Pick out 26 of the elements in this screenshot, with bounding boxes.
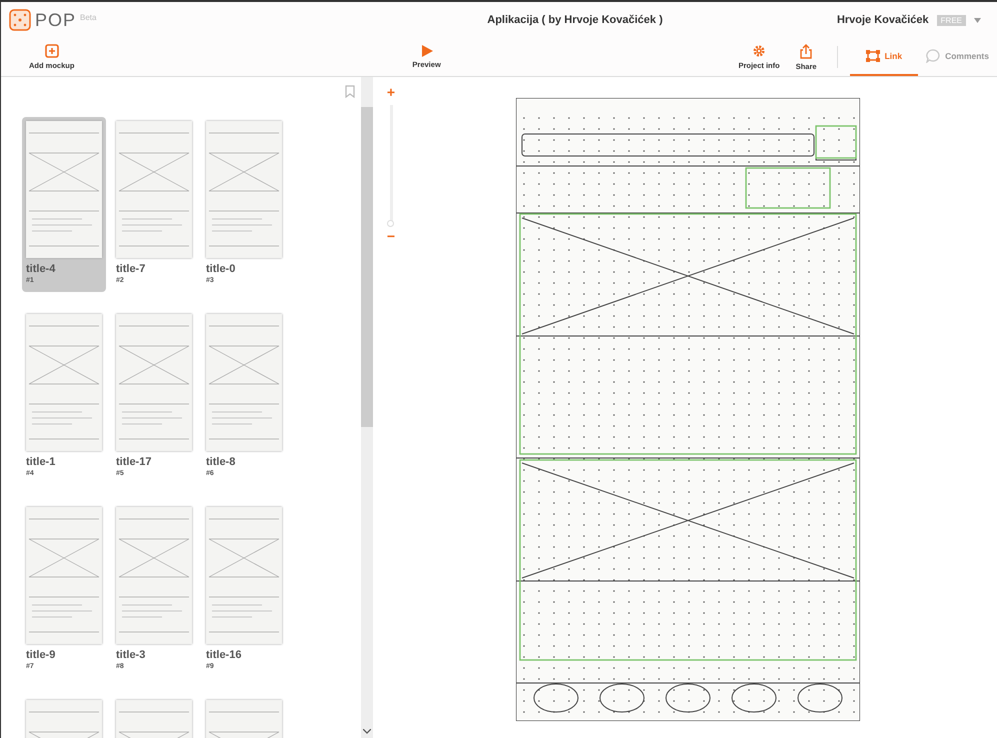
plus-icon (44, 44, 59, 58)
user-name[interactable]: Hrvoje Kovačićek (836, 14, 929, 26)
scrollbar[interactable] (361, 77, 373, 738)
screen-title: title-4 (26, 263, 56, 275)
settings-icon (752, 44, 766, 58)
caret-icon (974, 18, 981, 22)
project-title: Aplikacija ( by Hrvoje Kovačićek ) (486, 14, 664, 26)
share-icon (799, 44, 814, 58)
logo-text: POP (35, 10, 76, 30)
logo-icon (9, 9, 31, 31)
hotspot-icon (866, 50, 880, 62)
screen-title: title-8 (206, 456, 236, 468)
screen-title: title-7 (116, 263, 146, 275)
zoom-slider-thumb[interactable] (386, 220, 394, 227)
screen-title: title-17 (116, 456, 152, 468)
comment-icon (926, 49, 940, 63)
beta-label: Beta (80, 13, 96, 22)
bookmark-icon (345, 85, 355, 98)
screen-title: title-16 (206, 649, 242, 661)
play-icon (420, 45, 433, 57)
scrollbar-thumb[interactable] (361, 107, 373, 427)
screen-title: title-0 (206, 263, 236, 275)
screen-title: title-1 (26, 456, 56, 468)
screen-title: title-3 (116, 649, 146, 661)
chevron-down-icon (363, 729, 371, 734)
screen-title: title-9 (26, 649, 56, 661)
